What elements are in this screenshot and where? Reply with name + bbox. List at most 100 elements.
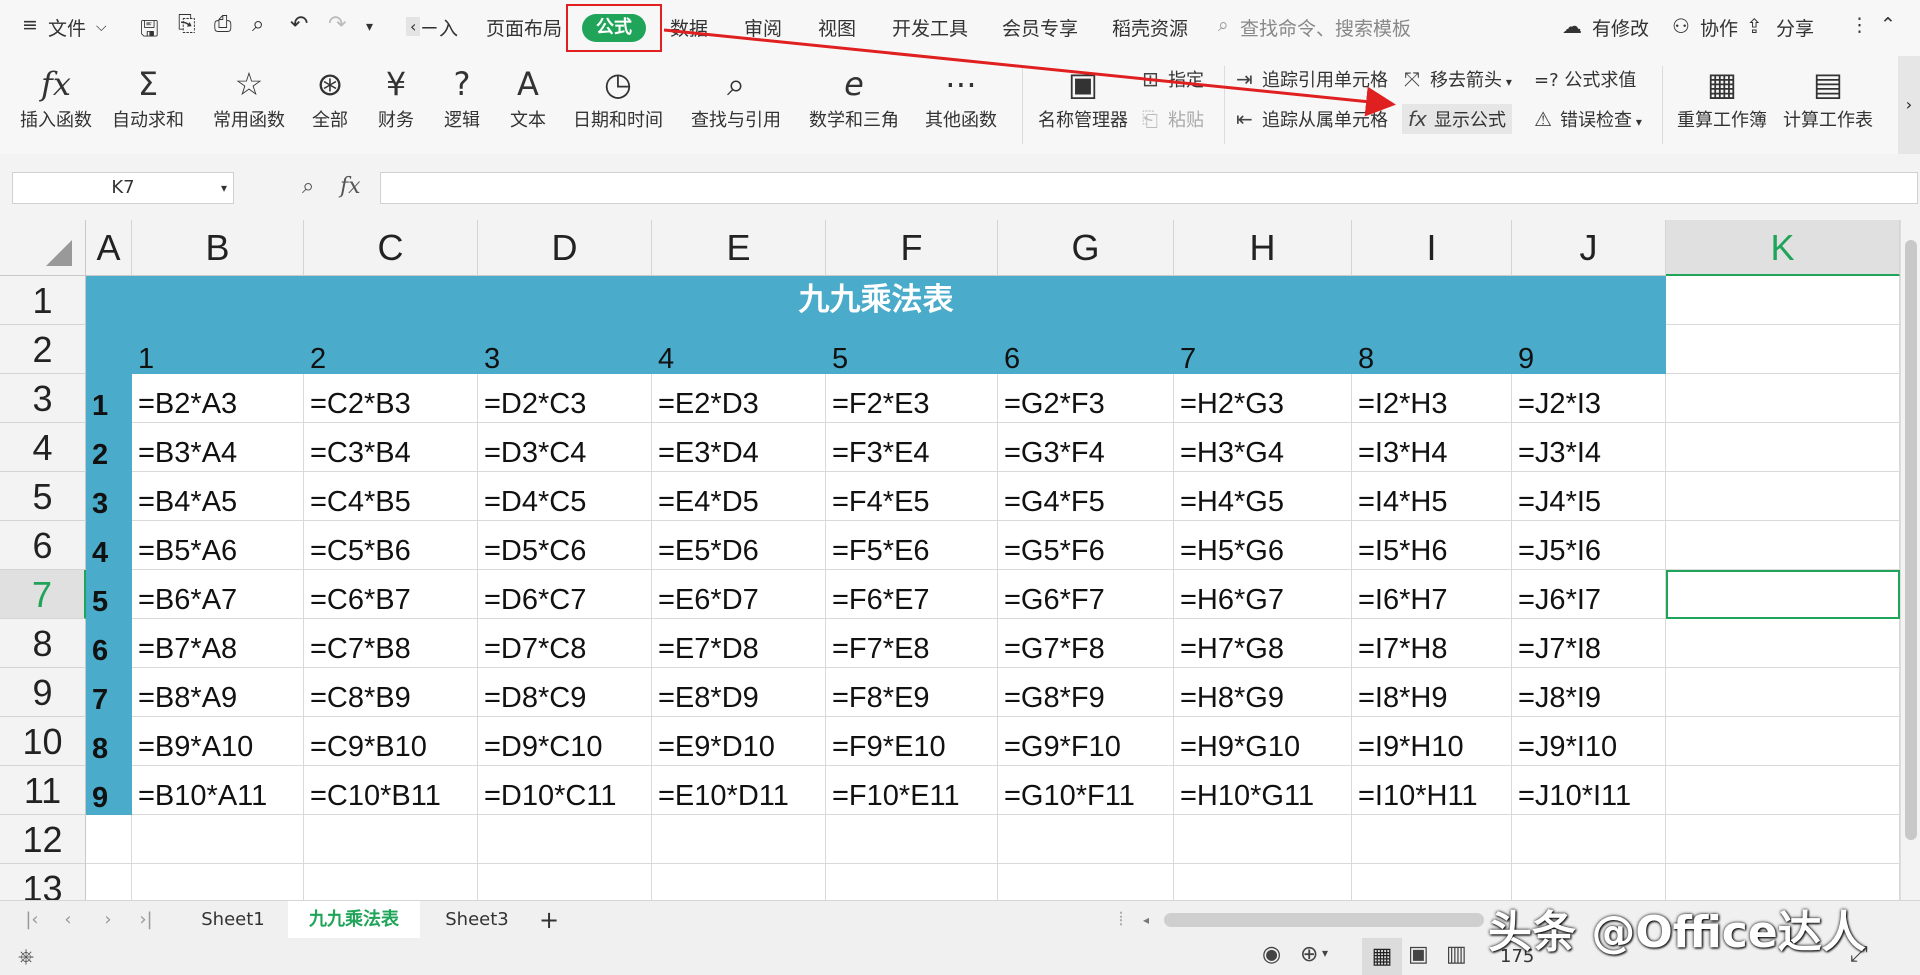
formula-cell[interactable]: =H2*G3	[1174, 374, 1352, 423]
formula-cell[interactable]: =J5*I6	[1512, 521, 1666, 570]
prev-sheet-icon[interactable]: ‹	[56, 901, 80, 939]
row-label-cell[interactable]: 4	[86, 521, 132, 570]
empty-cell[interactable]	[1352, 815, 1512, 864]
formula-cell[interactable]: =C6*B7	[304, 570, 478, 619]
formula-cell[interactable]: =H4*G5	[1174, 472, 1352, 521]
formula-cell[interactable]: =F10*E11	[826, 766, 998, 815]
header-number-cell[interactable]: 2	[304, 325, 478, 374]
formula-cell[interactable]: =D6*C7	[478, 570, 652, 619]
row-header-3[interactable]: 3	[0, 374, 86, 423]
formula-cell[interactable]: =J8*I9	[1512, 668, 1666, 717]
row-header-5[interactable]: 5	[0, 472, 86, 521]
empty-cell[interactable]	[304, 864, 478, 900]
row-label-cell[interactable]: 1	[86, 374, 132, 423]
formula-cell[interactable]: =E8*D9	[652, 668, 826, 717]
formula-cell[interactable]: =I6*H7	[1352, 570, 1512, 619]
formula-cell[interactable]: =C3*B4	[304, 423, 478, 472]
row-header-12[interactable]: 12	[0, 815, 86, 864]
formula-cell[interactable]: =E9*D10	[652, 717, 826, 766]
formula-cell[interactable]: =G4*F5	[998, 472, 1174, 521]
formula-cell[interactable]: =C10*B11	[304, 766, 478, 815]
column-header-i[interactable]: I	[1352, 220, 1512, 276]
empty-cell[interactable]	[304, 815, 478, 864]
cell-k6[interactable]	[1666, 521, 1900, 570]
cell-k1[interactable]	[1666, 276, 1900, 325]
empty-cell[interactable]	[1666, 864, 1900, 900]
empty-cell[interactable]	[998, 864, 1174, 900]
column-header-b[interactable]: B	[132, 220, 304, 276]
vertical-scrollbar[interactable]	[1900, 220, 1920, 900]
formula-cell[interactable]: =I2*H3	[1352, 374, 1512, 423]
empty-cell[interactable]	[826, 815, 998, 864]
row-label-cell[interactable]: 2	[86, 423, 132, 472]
formula-cell[interactable]: =F4*E5	[826, 472, 998, 521]
formula-cell[interactable]: =B8*A9	[132, 668, 304, 717]
formula-cell[interactable]: =D7*C8	[478, 619, 652, 668]
formula-cell[interactable]: =J4*I5	[1512, 472, 1666, 521]
formula-cell[interactable]: =D2*C3	[478, 374, 652, 423]
formula-cell[interactable]: =C2*B3	[304, 374, 478, 423]
first-sheet-icon[interactable]: |‹	[20, 901, 44, 939]
formula-cell[interactable]: =D4*C5	[478, 472, 652, 521]
freeze-panes-icon[interactable]: ⊕	[1300, 942, 1318, 967]
formula-cell[interactable]: =G3*F4	[998, 423, 1174, 472]
formula-cell[interactable]: =I9*H10	[1352, 717, 1512, 766]
formula-cell[interactable]: =J2*I3	[1512, 374, 1666, 423]
normal-view-icon[interactable]: ▦	[1362, 938, 1402, 975]
header-number-cell[interactable]: 7	[1174, 325, 1352, 374]
formula-cell[interactable]: =F7*E8	[826, 619, 998, 668]
formula-cell[interactable]: =D10*C11	[478, 766, 652, 815]
row-label-cell[interactable]: 6	[86, 619, 132, 668]
cell-k4[interactable]	[1666, 423, 1900, 472]
formula-cell[interactable]: =F3*E4	[826, 423, 998, 472]
formula-cell[interactable]: =E10*D11	[652, 766, 826, 815]
formula-cell[interactable]: =H3*G4	[1174, 423, 1352, 472]
header-number-cell[interactable]: 1	[132, 325, 304, 374]
chevron-down-icon[interactable]: ▾	[221, 173, 227, 203]
formula-cell[interactable]: =J10*I11	[1512, 766, 1666, 815]
formula-cell[interactable]: =H6*G7	[1174, 570, 1352, 619]
formula-cell[interactable]: =H9*G10	[1174, 717, 1352, 766]
splitter-handle[interactable]: ⦙	[1116, 901, 1126, 939]
row-header-9[interactable]: 9	[0, 668, 86, 717]
next-sheet-icon[interactable]: ›	[96, 901, 120, 939]
row-header-4[interactable]: 4	[0, 423, 86, 472]
formula-cell[interactable]: =F8*E9	[826, 668, 998, 717]
fx-icon[interactable]: fx	[340, 174, 361, 199]
formula-cell[interactable]: =G5*F6	[998, 521, 1174, 570]
row-header-2[interactable]: 2	[0, 325, 86, 374]
cell-k2[interactable]	[1666, 325, 1900, 374]
formula-cell[interactable]: =G2*F3	[998, 374, 1174, 423]
formula-cell[interactable]: =B3*A4	[132, 423, 304, 472]
row-label-cell[interactable]: 8	[86, 717, 132, 766]
row-header-13[interactable]: 13	[0, 864, 86, 900]
empty-cell[interactable]	[1512, 815, 1666, 864]
formula-cell[interactable]: =B2*A3	[132, 374, 304, 423]
formula-cell[interactable]: =C5*B6	[304, 521, 478, 570]
formula-cell[interactable]: =B10*A11	[132, 766, 304, 815]
macro-record-icon[interactable]: ⎈	[18, 944, 34, 968]
sheet-tab-active[interactable]: 九九乘法表	[288, 901, 420, 939]
sheet-tab-3[interactable]: Sheet3	[424, 901, 530, 939]
row-header-11[interactable]: 11	[0, 766, 86, 815]
formula-cell[interactable]: =E3*D4	[652, 423, 826, 472]
formula-input[interactable]	[380, 172, 1918, 204]
eye-protection-icon[interactable]: ◉	[1262, 942, 1281, 967]
column-header-d[interactable]: D	[478, 220, 652, 276]
formula-cell[interactable]: =E7*D8	[652, 619, 826, 668]
formula-cell[interactable]: =D9*C10	[478, 717, 652, 766]
sheet-tab-1[interactable]: Sheet1	[180, 901, 286, 939]
empty-cell[interactable]	[998, 815, 1174, 864]
empty-cell[interactable]	[132, 864, 304, 900]
add-sheet-icon[interactable]: +	[534, 901, 564, 939]
empty-cell[interactable]	[1666, 815, 1900, 864]
table-title[interactable]: 九九乘法表	[86, 276, 1666, 325]
page-break-view-icon[interactable]: ▥	[1446, 942, 1467, 967]
formula-cell[interactable]: =B5*A6	[132, 521, 304, 570]
column-header-h[interactable]: H	[1174, 220, 1352, 276]
empty-cell[interactable]	[478, 815, 652, 864]
formula-cell[interactable]: =C9*B10	[304, 717, 478, 766]
formula-cell[interactable]: =I4*H5	[1352, 472, 1512, 521]
formula-cell[interactable]: =B6*A7	[132, 570, 304, 619]
cell-k10[interactable]	[1666, 717, 1900, 766]
